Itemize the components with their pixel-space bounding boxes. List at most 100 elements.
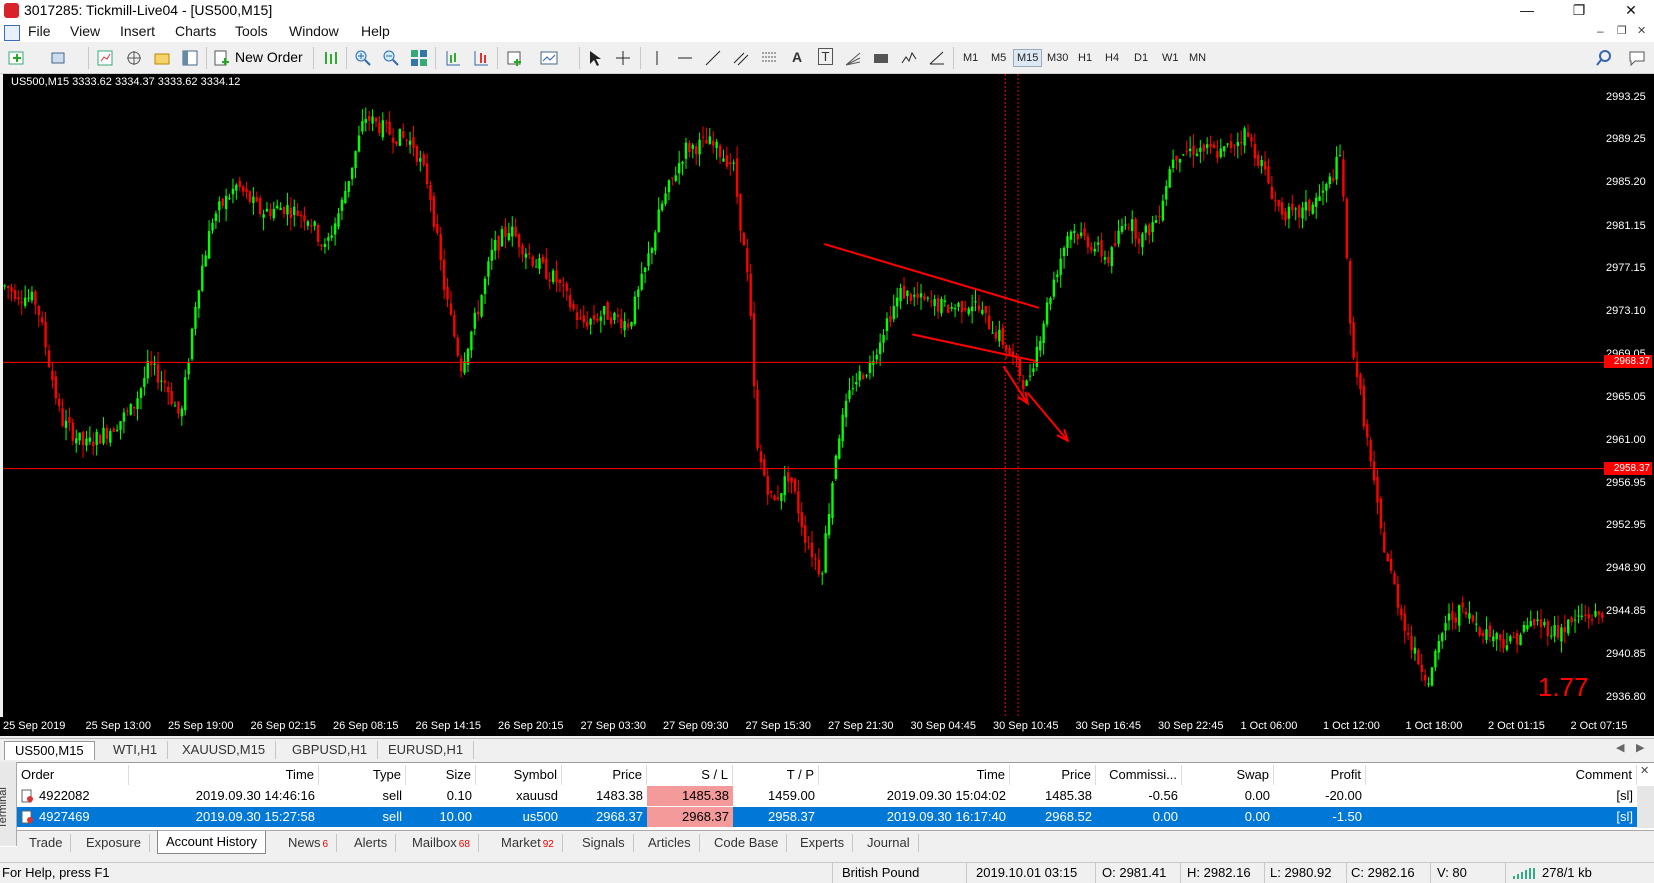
equidistant-channel-icon[interactable] [732,49,750,67]
price-chart[interactable]: US500,M15 3333.62 3334.37 3333.62 3334.1… [3,74,1604,736]
col-header-symbol[interactable]: Symbol [476,765,562,785]
status-profile[interactable]: British Pound [842,865,919,880]
templates-icon[interactable] [540,49,558,67]
col-header-sl[interactable]: S / L [647,765,733,785]
timeframe-w1[interactable]: W1 [1159,51,1182,65]
minimize-button[interactable]: — [1504,0,1550,22]
timeframe-h1[interactable]: H1 [1075,51,1095,65]
mdi-minimize-icon[interactable]: – [1597,24,1604,38]
timeframe-m5[interactable]: M5 [988,51,1009,65]
table-row-selected[interactable]: 4927469 2019.09.30 15:27:58 sell 10.00 u… [17,807,1637,827]
new-chart-icon[interactable] [8,49,26,67]
tab-articles[interactable]: Articles [640,834,700,852]
market-watch-icon[interactable] [96,49,114,67]
menu-window[interactable]: Window [289,23,339,39]
trendline-icon[interactable] [704,49,722,67]
new-order-button[interactable]: New Order [235,49,303,65]
menu-charts[interactable]: Charts [175,23,216,39]
col-header-price[interactable]: Price [562,765,647,785]
terminal-scrollbar[interactable] [1637,786,1654,828]
col-header-tp[interactable]: T / P [733,765,819,785]
terminal-toggle-icon[interactable] [181,49,199,67]
col-header-type[interactable]: Type [319,765,406,785]
shapes-icon[interactable] [928,49,946,67]
chart-tab-us500-m15[interactable]: US500,M15 [4,741,95,760]
mdi-close-icon[interactable]: ✕ [1637,24,1646,37]
candle-body [1001,327,1004,345]
menu-tools[interactable]: Tools [235,23,268,39]
col-header-commission[interactable]: Commissi... [1096,765,1182,785]
tab-exposure[interactable]: Exposure [78,834,150,852]
tile-windows-icon[interactable] [410,49,428,67]
fibonacci-fan-icon[interactable] [844,49,862,67]
tab-news[interactable]: News 6 [280,834,338,852]
terminal-side-bar[interactable]: Terminal [0,762,17,846]
profiles-icon[interactable] [50,49,68,67]
col-header-time[interactable]: Time [129,765,319,785]
tab-alerts[interactable]: Alerts [346,834,397,852]
timeframe-m30[interactable]: M30 [1044,51,1071,65]
tab-market[interactable]: Market 92 [493,834,563,852]
chart-tab-eurusd-h1[interactable]: EURUSD,H1 [378,741,475,759]
indicators-icon[interactable] [506,49,524,67]
price-axis[interactable] [1604,74,1654,736]
table-row[interactable]: 4922082 2019.09.30 14:46:16 sell 0.10 xa… [17,786,1637,806]
col-header-profit[interactable]: Profit [1274,765,1366,785]
navigator-icon[interactable] [125,49,143,67]
tab-account-history[interactable]: Account History [157,831,267,854]
tabs-scroll-right-icon[interactable]: ▶ [1636,741,1644,754]
chart-tab-wti-h1[interactable]: WTI,H1 [103,741,169,759]
gann-icon[interactable] [900,49,918,67]
text-label-tool-button[interactable]: T [818,48,833,65]
close-button[interactable]: ✕ [1608,0,1654,22]
tabs-scroll-left-icon[interactable]: ◀ [1616,741,1624,754]
mdi-restore-icon[interactable]: ❐ [1617,24,1627,37]
search-icon[interactable] [1595,49,1613,67]
vertical-line-icon[interactable] [648,49,666,67]
tab-code-base[interactable]: Code Base [706,834,788,852]
auto-scroll-icon[interactable] [472,49,490,67]
timeframe-m15[interactable]: M15 [1013,49,1043,67]
timeframe-m1[interactable]: M1 [960,51,981,65]
tab-signals[interactable]: Signals [574,834,634,852]
terminal-close-icon[interactable]: ✕ [1640,764,1649,777]
algo-trading-icon[interactable] [322,49,340,67]
candle-body [51,370,54,381]
col-header-size[interactable]: Size [406,765,476,785]
cursor-icon[interactable] [586,49,604,67]
chat-icon[interactable] [1628,49,1646,67]
timeframe-mn[interactable]: MN [1186,51,1209,65]
tab-experts[interactable]: Experts [792,834,854,852]
timeframe-h4[interactable]: H4 [1102,51,1122,65]
col-header-close-price[interactable]: Price [1010,765,1096,785]
restore-button[interactable]: ❐ [1556,0,1602,22]
chart-tab-xauusd-m15[interactable]: XAUUSD,M15 [172,741,277,759]
zoom-in-icon[interactable] [354,49,372,67]
tab-trade[interactable]: Trade [21,834,72,852]
timeframe-d1[interactable]: D1 [1131,51,1151,65]
horizontal-line-icon[interactable] [676,49,694,67]
new-order-icon[interactable] [213,49,231,67]
fibonacci-icon[interactable] [760,49,778,67]
candle-body [47,350,51,367]
chart-shift-icon[interactable] [444,49,462,67]
crosshair-icon[interactable] [614,49,632,67]
tab-journal[interactable]: Journal [859,834,919,852]
text-tool-button[interactable]: A [792,49,802,65]
favorites-icon[interactable] [153,49,171,67]
candlestick-plot[interactable] [3,74,1604,717]
col-header-order[interactable]: Order [17,765,129,785]
tab-mailbox[interactable]: Mailbox 68 [404,834,479,852]
menu-help[interactable]: Help [361,23,390,39]
connection-status-icon[interactable] [1512,867,1538,880]
col-header-swap[interactable]: Swap [1182,765,1274,785]
chart-tab-gbpusd-h1[interactable]: GBPUSD,H1 [282,741,379,759]
zoom-out-icon[interactable] [382,49,400,67]
menu-view[interactable]: View [70,23,100,39]
menu-insert[interactable]: Insert [120,23,155,39]
chart-window-icon[interactable] [4,25,20,41]
col-header-comment[interactable]: Comment [1366,765,1637,785]
menu-file[interactable]: File [28,23,51,39]
col-header-close-time[interactable]: Time [819,765,1010,785]
rectangle-icon[interactable] [872,49,890,67]
